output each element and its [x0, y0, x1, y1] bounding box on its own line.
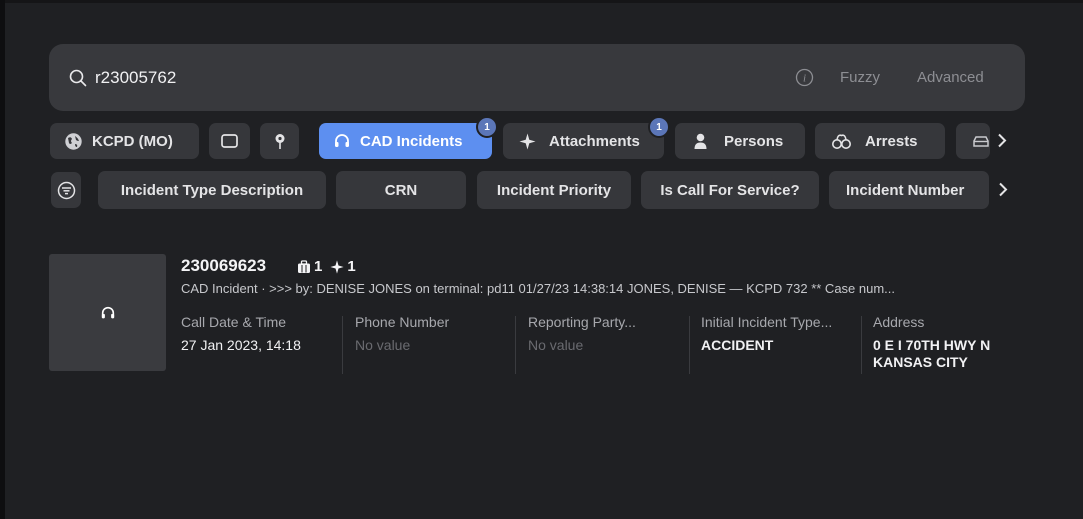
field-label: Initial Incident Type...: [701, 314, 833, 330]
result-field-reporting-party: Reporting Party... No value: [528, 314, 636, 374]
info-icon[interactable]: i: [795, 68, 814, 87]
arrests-chip[interactable]: Arrests: [815, 123, 945, 159]
persons-label: Persons: [724, 132, 784, 150]
result-field-address: Address 0 E I 70TH HWY N KANSAS CITY: [873, 314, 1018, 374]
search-input[interactable]: [95, 65, 695, 91]
field-value: ACCIDENT: [701, 337, 774, 353]
chevron-right-icon[interactable]: [997, 133, 1007, 148]
cad-incidents-count-badge: 1: [476, 116, 498, 138]
handcuffs-icon: [832, 133, 851, 149]
column-divider: [689, 316, 690, 374]
window-left-edge: [0, 0, 5, 519]
attachments-count: 1: [314, 258, 323, 275]
person-icon: [694, 133, 707, 149]
field-label: Call Date & Time: [181, 314, 287, 330]
card-view-chip[interactable]: [209, 123, 250, 159]
column-divider: [515, 316, 516, 374]
arrests-label: Arrests: [865, 132, 918, 150]
persons-chip[interactable]: Persons: [675, 123, 805, 159]
map-chip[interactable]: [260, 123, 299, 159]
filter-chip-label: CRN: [384, 181, 418, 199]
car-icon: [973, 135, 989, 147]
field-label: Phone Number: [355, 314, 450, 330]
fuzzy-toggle[interactable]: Fuzzy: [840, 69, 880, 86]
result-field-call-date: Call Date & Time 27 Jan 2023, 14:18: [181, 314, 301, 374]
filter-chip[interactable]: Incident Type Description: [98, 171, 326, 209]
attachments-chip[interactable]: Attachments 1: [503, 116, 670, 159]
window-top-edge: [0, 0, 1083, 3]
result-meta: 1 1: [297, 258, 356, 275]
attachments-label: Attachments: [549, 132, 640, 150]
field-label: Reporting Party...: [528, 314, 636, 330]
field-value: No value: [355, 337, 411, 353]
filter-chip-label: Incident Priority: [496, 181, 612, 199]
sparkle-icon: [519, 133, 536, 149]
search-icon: [69, 69, 87, 87]
filter-chip[interactable]: Incident Number: [829, 171, 989, 209]
card-icon: [221, 134, 238, 148]
map-pin-icon: [275, 133, 284, 149]
headset-icon: [335, 134, 349, 147]
cad-incidents-label: CAD Incidents: [360, 132, 463, 150]
field-label: Address: [873, 314, 925, 330]
agency-label: KCPD (MO): [92, 132, 173, 150]
result-title[interactable]: 230069623: [181, 256, 266, 276]
filter-chip[interactable]: Is Call For Service?: [641, 171, 819, 209]
result-description: CAD Incident · >>> by: DENISE JONES on t…: [181, 281, 896, 296]
filter-button[interactable]: [51, 172, 81, 208]
vehicles-chip[interactable]: [956, 123, 990, 159]
svg-text:i: i: [803, 73, 806, 85]
filter-icon: [57, 181, 75, 199]
column-divider: [861, 316, 862, 374]
filter-chip-label: Incident Type Description: [120, 181, 304, 199]
sparkle-icon: [330, 259, 344, 274]
search-bar[interactable]: i Fuzzy Advanced: [49, 44, 1025, 111]
cad-incidents-chip[interactable]: CAD Incidents 1: [319, 116, 498, 159]
attachments-count-badge: 1: [648, 116, 670, 138]
chevron-right-icon[interactable]: [998, 182, 1008, 197]
column-divider: [342, 316, 343, 374]
advanced-search-link[interactable]: Advanced: [917, 69, 984, 86]
field-value: 0 E I 70TH HWY N KANSAS CITY: [873, 337, 991, 370]
filter-chip-label: Is Call For Service?: [660, 181, 800, 199]
headset-icon: [101, 306, 114, 318]
result-field-phone: Phone Number No value: [355, 314, 449, 374]
result-field-incident-type: Initial Incident Type... ACCIDENT: [701, 314, 832, 374]
links-count: 1: [347, 258, 356, 275]
agency-chip[interactable]: KCPD (MO): [50, 123, 199, 159]
field-value: 27 Jan 2023, 14:18: [181, 337, 301, 353]
filter-chip[interactable]: Incident Priority: [477, 171, 631, 209]
result-thumbnail[interactable]: [49, 254, 166, 371]
field-value: No value: [528, 337, 584, 353]
filter-chip[interactable]: CRN: [336, 171, 466, 209]
attachment-count-icon: [298, 259, 310, 273]
globe-icon: [65, 132, 82, 150]
filter-chip-label: Incident Number: [846, 181, 965, 199]
